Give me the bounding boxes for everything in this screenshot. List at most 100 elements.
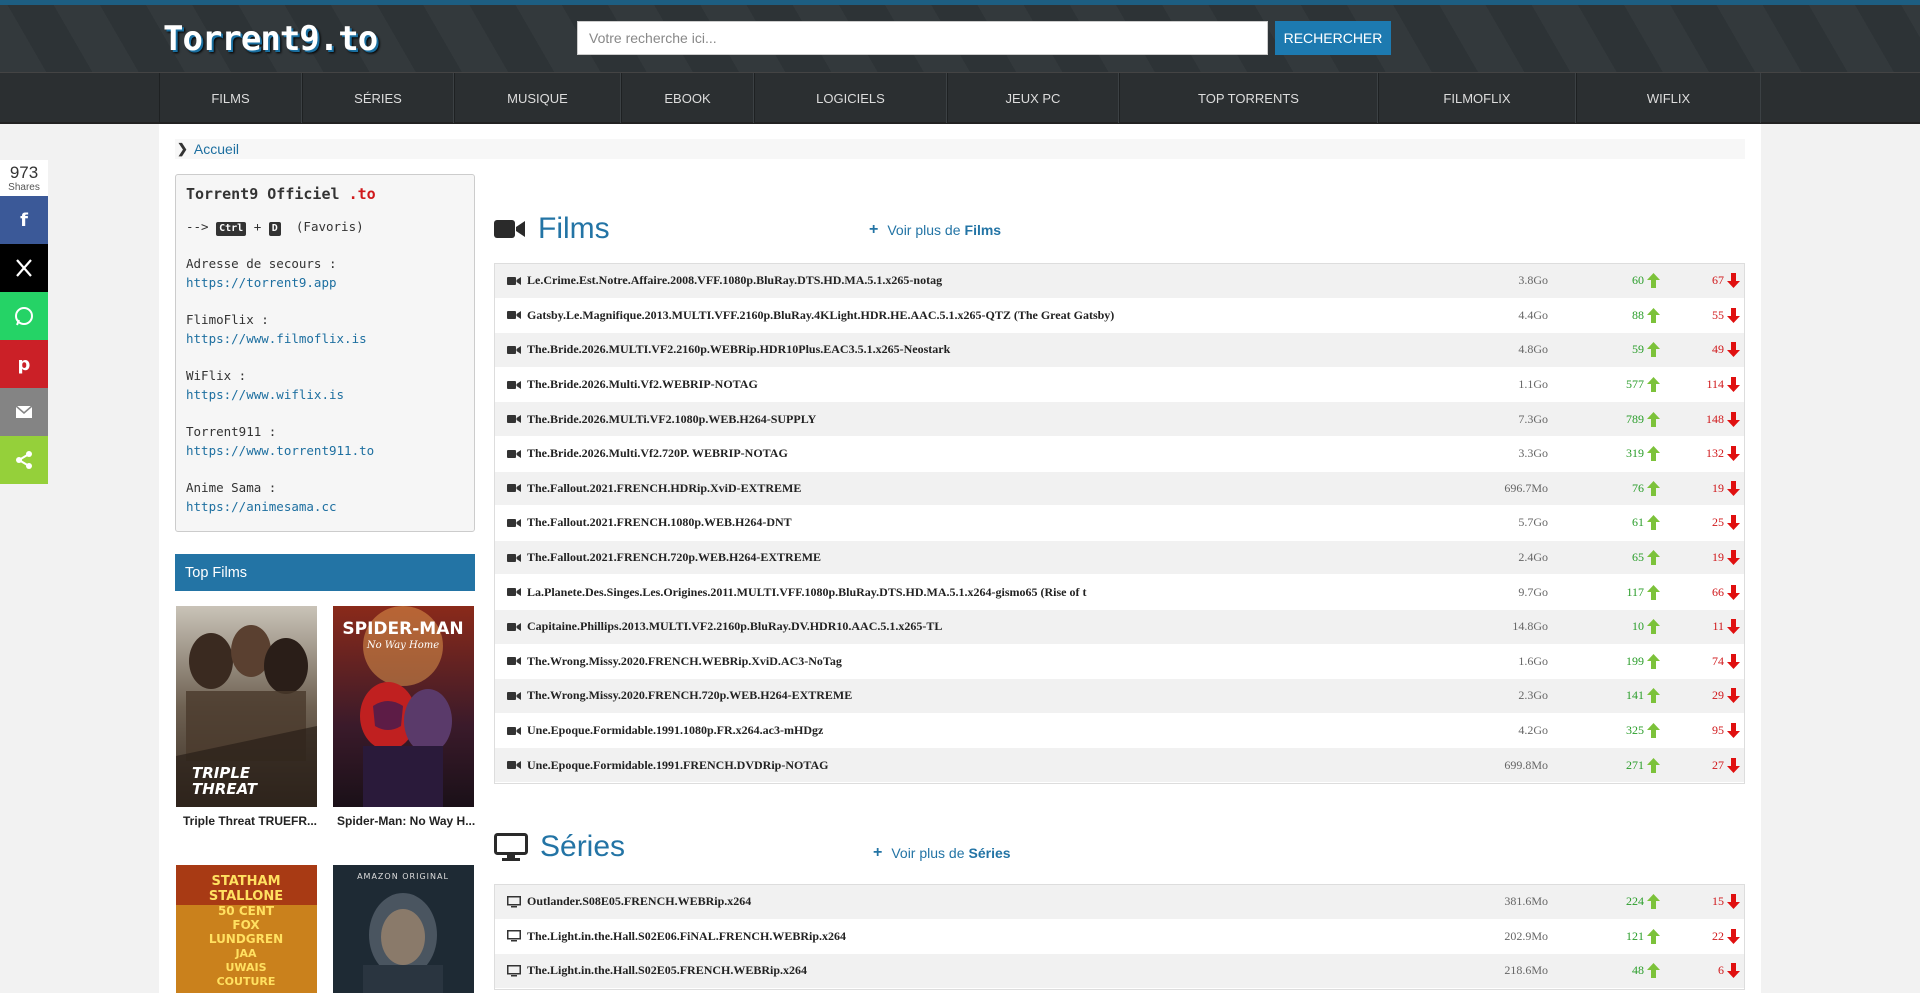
facebook-share-button[interactable]: f [0, 196, 48, 244]
torrent-leechers: 19 [1712, 550, 1740, 566]
email-icon [15, 405, 33, 418]
poster-amazon-original[interactable]: AMAZON ORIGINAL [333, 865, 474, 993]
info-box: Torrent9 Officiel .to --> Ctrl + D (Favo… [175, 174, 475, 532]
arrow-up-icon [1647, 584, 1660, 600]
torrent-seeders: 48 [1632, 963, 1660, 979]
torrent-name[interactable]: Capitaine.Phillips.2013.MULTI.VF2.2160p.… [527, 619, 1527, 634]
share-count-label: Shares [8, 182, 40, 193]
torrent-row[interactable]: Une.Epoque.Formidable.1991.FRENCH.DVDRip… [495, 748, 1744, 783]
torrent-seeders: 117 [1626, 584, 1660, 600]
torrent-seeders: 319 [1626, 446, 1660, 462]
wiflix-label: WiFlix : [186, 368, 247, 383]
torrent-size: 381.6Mo [1504, 894, 1548, 909]
torrent-row[interactable]: The.Wrong.Missy.2020.FRENCH.720p.WEB.H26… [495, 679, 1744, 714]
video-camera-icon [507, 622, 521, 631]
breadcrumb-home-link[interactable]: Accueil [194, 141, 239, 157]
search-button[interactable]: RECHERCHER [1275, 21, 1391, 55]
voir-plus-series[interactable]: + Voir plus de Séries [873, 844, 1011, 862]
arrow-down-icon [1727, 273, 1740, 289]
torrent-row[interactable]: Une.Epoque.Formidable.1991.1080p.FR.x264… [495, 713, 1744, 749]
nav-item-musique[interactable]: MUSIQUE [454, 73, 621, 123]
arrow-down-icon [1727, 550, 1740, 566]
arrow-down-icon [1727, 515, 1740, 531]
d-key: D [268, 222, 281, 236]
torrent-name[interactable]: The.Fallout.2021.FRENCH.1080p.WEB.H264-D… [527, 515, 1527, 530]
torrent-name[interactable]: The.Bride.2026.Multi.Vf2.WEBRIP-NOTAG [527, 377, 1527, 392]
nav-item-séries[interactable]: SÉRIES [302, 73, 454, 123]
torrent-row[interactable]: Le.Crime.Est.Notre.Affaire.2008.VFF.1080… [495, 264, 1744, 299]
filmoflix-link[interactable]: https://www.filmoflix.is [186, 329, 464, 348]
torrent-seeders: 224 [1626, 894, 1660, 910]
torrent-size: 9.7Go [1518, 584, 1548, 599]
poster-caption[interactable]: Spider-Man: No Way H... [337, 814, 478, 828]
arrow-up-icon [1647, 688, 1660, 704]
sharethis-share-button[interactable] [0, 436, 48, 484]
torrent-size: 5.7Go [1518, 515, 1548, 530]
voir-plus-series-link[interactable]: Séries [969, 845, 1011, 861]
torrent-row[interactable]: The.Bride.2026.MULTi.VF2.1080p.WEB.H264-… [495, 402, 1744, 437]
arrow-up-icon [1647, 894, 1660, 910]
pinterest-share-button[interactable]: p [0, 340, 48, 388]
torrent-name[interactable]: Gatsby.Le.Magnifique.2013.MULTI.VFF.2160… [527, 308, 1527, 323]
torrent-leechers: 49 [1712, 342, 1740, 358]
poster-expendables[interactable]: STATHAM STALLONE 50 CENT FOX LUNDGREN JA… [176, 865, 317, 993]
torrent-name[interactable]: The.Bride.2026.MULTI.VF2.2160p.WEBRip.HD… [527, 342, 1527, 357]
search-input[interactable] [577, 21, 1268, 55]
torrent-name[interactable]: The.Wrong.Missy.2020.FRENCH.WEBRip.XviD.… [527, 654, 1527, 669]
x-share-button[interactable] [0, 244, 48, 292]
torrent-row[interactable]: Outlander.S08E05.FRENCH.WEBRip.x264 381.6… [495, 885, 1744, 920]
nav-item-filmoflix[interactable]: FILMOFLIX [1378, 73, 1576, 123]
secours-link[interactable]: https://torrent9.app [186, 273, 464, 292]
torrent-row[interactable]: The.Fallout.2021.FRENCH.HDRip.XviD-EXTRE… [495, 471, 1744, 507]
animesama-link[interactable]: https://animesama.cc [186, 497, 464, 516]
torrent-name[interactable]: La.Planete.Des.Singes.Les.Origines.2011.… [527, 585, 1527, 600]
torrent-name[interactable]: The.Fallout.2021.FRENCH.720p.WEB.H264-EX… [527, 550, 1527, 565]
torrent-row[interactable]: The.Fallout.2021.FRENCH.1080p.WEB.H264-D… [495, 506, 1744, 541]
nav-item-jeux-pc[interactable]: JEUX PC [947, 73, 1119, 123]
site-logo[interactable]: Torrent9.to [163, 19, 378, 59]
svg-text:AMAZON ORIGINAL: AMAZON ORIGINAL [357, 872, 449, 881]
voir-plus-films[interactable]: + Voir plus de Films [869, 221, 1001, 239]
torrent-name[interactable]: The.Wrong.Missy.2020.FRENCH.720p.WEB.H26… [527, 688, 1527, 703]
video-camera-icon [507, 311, 521, 320]
nav-item-logiciels[interactable]: LOGICIELS [754, 73, 947, 123]
torrent-name[interactable]: The.Fallout.2021.FRENCH.HDRip.XviD-EXTRE… [527, 481, 1527, 496]
voir-plus-films-link[interactable]: Films [965, 222, 1002, 238]
nav-item-films[interactable]: FILMS [159, 73, 302, 123]
poster-caption[interactable]: Triple Threat TRUEFR... [183, 814, 324, 828]
torrent-name[interactable]: Une.Epoque.Formidable.1991.FRENCH.DVDRip… [527, 758, 1527, 773]
torrent911-link[interactable]: https://www.torrent911.to [186, 441, 464, 460]
torrent-row[interactable]: Capitaine.Phillips.2013.MULTI.VF2.2160p.… [495, 609, 1744, 645]
torrent-row[interactable]: The.Bride.2026.MULTI.VF2.2160p.WEBRip.HD… [495, 333, 1744, 368]
torrent-row[interactable]: The.Bride.2026.Multi.Vf2.720P. WEBRIP-NO… [495, 436, 1744, 472]
torrent-name[interactable]: The.Bride.2026.Multi.Vf2.720P. WEBRIP-NO… [527, 446, 1527, 461]
torrent-name[interactable]: The.Light.in.the.Hall.S02E05.FRENCH.WEBR… [527, 963, 1527, 978]
whatsapp-share-button[interactable] [0, 292, 48, 340]
series-title-text: Séries [540, 830, 626, 863]
torrent-row[interactable]: The.Bride.2026.Multi.Vf2.WEBRIP-NOTAG 1.1… [495, 367, 1744, 403]
arrow-up-icon [1647, 411, 1660, 427]
torrent-row[interactable]: The.Wrong.Missy.2020.FRENCH.WEBRip.XviD.… [495, 644, 1744, 680]
torrent-row[interactable]: Gatsby.Le.Magnifique.2013.MULTI.VFF.2160… [495, 298, 1744, 334]
torrent-name[interactable]: The.Bride.2026.MULTi.VF2.1080p.WEB.H264-… [527, 412, 1527, 427]
torrent-name[interactable]: Une.Epoque.Formidable.1991.1080p.FR.x264… [527, 723, 1527, 738]
video-camera-icon [507, 657, 521, 666]
torrent-name[interactable]: Outlander.S08E05.FRENCH.WEBRip.x264 [527, 894, 1527, 909]
wiflix-link[interactable]: https://www.wiflix.is [186, 385, 464, 404]
arrow-down-icon [1727, 584, 1740, 600]
poster-triple-threat[interactable]: TRIPLE THREAT [176, 606, 317, 807]
nav-item-wiflix[interactable]: WIFLIX [1576, 73, 1761, 123]
poster-spider-man[interactable]: SPIDER-MAN No Way Home [333, 606, 474, 807]
email-share-button[interactable] [0, 388, 48, 436]
torrent-row[interactable]: La.Planete.Des.Singes.Les.Origines.2011.… [495, 575, 1744, 610]
torrent-row[interactable]: The.Light.in.the.Hall.S02E05.FRENCH.WEBR… [495, 954, 1744, 989]
torrent-row[interactable]: The.Light.in.the.Hall.S02E06.FiNAL.FRENC… [495, 919, 1744, 955]
torrent-name[interactable]: Le.Crime.Est.Notre.Affaire.2008.VFF.1080… [527, 273, 1527, 288]
torrent-leechers: 95 [1712, 723, 1740, 739]
monitor-icon [494, 833, 528, 861]
torrent-row[interactable]: The.Fallout.2021.FRENCH.720p.WEB.H264-EX… [495, 540, 1744, 576]
arrow-down-icon [1727, 342, 1740, 358]
torrent-name[interactable]: The.Light.in.the.Hall.S02E06.FiNAL.FRENC… [527, 929, 1527, 944]
nav-item-top-torrents[interactable]: TOP TORRENTS [1119, 73, 1378, 123]
nav-item-ebook[interactable]: EBOOK [621, 73, 754, 123]
